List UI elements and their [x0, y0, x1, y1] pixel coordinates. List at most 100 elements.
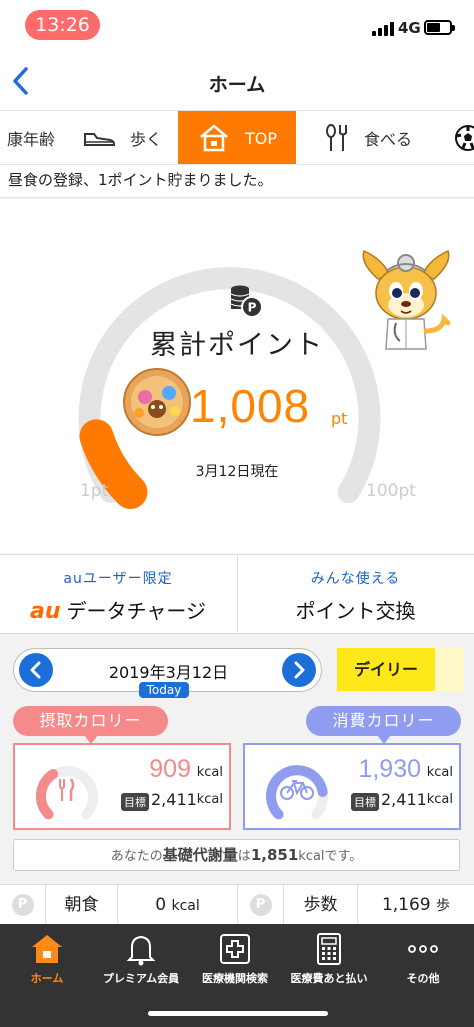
tab-label: 康年齢 — [6, 130, 55, 149]
point-chip-icon: P — [11, 894, 34, 916]
intake-goal: 2,411 — [151, 790, 197, 809]
intake-gauge — [35, 766, 98, 820]
point-exchange-button[interactable]: みんな使える ポイント交換 — [237, 555, 473, 633]
home-icon — [200, 124, 228, 152]
steps-point-chip: P — [238, 885, 284, 925]
goal-tag: 目標 — [351, 793, 379, 811]
steps-unit: 歩 — [436, 898, 451, 914]
today-badge: Today — [139, 682, 189, 698]
data-charge-label: データチャージ — [66, 599, 206, 623]
bicycle-icon — [280, 780, 314, 800]
tab-sports[interactable] — [448, 111, 474, 164]
shoe-icon — [83, 133, 115, 146]
points-coin-icon: P — [230, 285, 263, 318]
steps-value-cell[interactable]: 1,169 歩 — [358, 885, 474, 925]
bmr-prefix: あなたの — [110, 849, 163, 864]
tabbar-more[interactable]: その他 — [376, 932, 470, 986]
breakfast-unit: kcal — [171, 898, 200, 914]
burn-gauge — [266, 765, 328, 820]
breakfast-label[interactable]: 朝食 — [46, 885, 118, 925]
status-time: 13:26 — [25, 10, 100, 40]
au-logo: au — [30, 599, 61, 624]
svg-text:P: P — [248, 301, 257, 315]
tab-top[interactable]: TOP — [178, 111, 296, 164]
date-text: 2019年3月12日 — [108, 663, 229, 682]
tabbar-label: 医療費あと払い — [290, 972, 368, 985]
points-value: 1,008 — [190, 380, 311, 432]
tabbar-label: 医療機関検索 — [202, 972, 268, 985]
tab-label: 歩く — [129, 130, 162, 149]
burn-calorie-card[interactable]: 1,930 kcal 目標 2,411 kcal — [243, 743, 461, 830]
next-date-button[interactable] — [282, 653, 316, 687]
soccer-ball-icon — [455, 125, 474, 151]
tabbar-medical-payment[interactable]: 医療費あと払い — [282, 932, 376, 986]
intake-calorie-tag: 摂取カロリー — [13, 706, 168, 744]
intake-unit: kcal — [196, 765, 223, 780]
period-button-edge[interactable] — [435, 648, 464, 691]
promo-sub-label: みんな使える — [310, 571, 401, 587]
breakfast-value-cell[interactable]: 0 kcal — [118, 885, 238, 925]
cutlery-icon — [325, 124, 347, 151]
points-as-of: 3月12日現在 — [195, 464, 279, 480]
daily-period-button[interactable]: デイリー — [337, 648, 435, 691]
burn-calorie-tag: 消費カロリー — [306, 706, 461, 744]
tabbar-home[interactable]: ホーム — [0, 932, 94, 986]
promo-row: auユーザー限定 au データチャージ みんな使える ポイント交換 — [0, 554, 474, 634]
signal-icon — [372, 22, 394, 36]
cutlery-icon — [59, 778, 75, 801]
basal-metabolism-bar: あなたの基礎代謝量は1,851kcalです。 — [13, 839, 460, 871]
burn-goal-unit: kcal — [426, 792, 453, 807]
goal-tag: 目標 — [121, 793, 149, 811]
points-unit: pt — [331, 409, 348, 428]
more-dots-icon — [408, 945, 438, 953]
points-panel: P 累計ポイント 1,008 pt 3月12日現在 1pt 100pt — [0, 199, 474, 553]
medical-cross-icon — [220, 934, 250, 964]
steps-value: 1,169 — [381, 895, 431, 915]
tabbar-premium[interactable]: プレミアム会員 — [94, 932, 188, 986]
burn-value: 1,930 — [358, 755, 421, 783]
breakfast-value: 0 — [155, 895, 167, 915]
status-bar: 13:26 4G — [0, 0, 474, 52]
intake-calorie-card[interactable]: 909 kcal 目標 2,411 kcal — [13, 743, 231, 830]
battery-icon — [424, 20, 455, 35]
tabbar-label: その他 — [406, 972, 440, 985]
burn-goal: 2,411 — [381, 790, 427, 809]
steps-label[interactable]: 歩数 — [284, 885, 358, 925]
intake-value: 909 — [149, 755, 191, 783]
bmr-term: 基礎代謝量 — [162, 846, 238, 864]
promo-main-label: au データチャージ — [0, 595, 236, 624]
bell-icon — [126, 935, 156, 966]
tab-label: 食べる — [363, 130, 412, 149]
point-chip-icon: P — [249, 894, 272, 916]
home-icon — [32, 935, 62, 963]
gauge-max-label: 100pt — [366, 481, 416, 501]
network-type: 4G — [398, 19, 421, 37]
page-title: ホーム — [208, 74, 266, 96]
bmr-mid: は — [237, 849, 251, 864]
home-indicator — [148, 1011, 328, 1016]
intake-goal-unit: kcal — [196, 792, 223, 807]
tab-label: TOP — [244, 128, 277, 148]
tabbar-label: プレミアム会員 — [102, 972, 180, 985]
chevron-right-icon — [294, 661, 305, 679]
bmr-unit: kcal — [298, 849, 325, 864]
notice-banner: 昼食の登録、1ポイント貯まりました。 — [0, 165, 474, 198]
tab-walk[interactable]: 歩く — [72, 111, 172, 164]
category-tabs: 康年齢 歩く TOP 食べる — [0, 110, 474, 165]
data-charge-button[interactable]: auユーザー限定 au データチャージ — [0, 555, 236, 633]
tab-health-age[interactable]: 康年齢 — [0, 111, 66, 164]
bmr-suffix: です。 — [324, 849, 363, 864]
calculator-icon — [317, 933, 341, 965]
gauge-min-label: 1pt — [80, 481, 109, 501]
tabbar-label: ホーム — [30, 972, 64, 985]
meal-steps-row: P 朝食 0 kcal P 歩数 1,169 歩 — [0, 884, 474, 925]
bmr-value: 1,851 — [250, 846, 299, 864]
tabbar-medical-search[interactable]: 医療機関検索 — [188, 932, 282, 986]
breakfast-point-chip: P — [0, 885, 46, 925]
deer-doctor-mascot — [362, 249, 451, 350]
tab-eat[interactable]: 食べる — [312, 111, 424, 164]
promo-sub-label: auユーザー限定 — [63, 571, 173, 587]
point-exchange-label: ポイント交換 — [295, 599, 416, 623]
burn-unit: kcal — [426, 765, 453, 780]
navigation-bar: ホーム — [0, 52, 474, 110]
